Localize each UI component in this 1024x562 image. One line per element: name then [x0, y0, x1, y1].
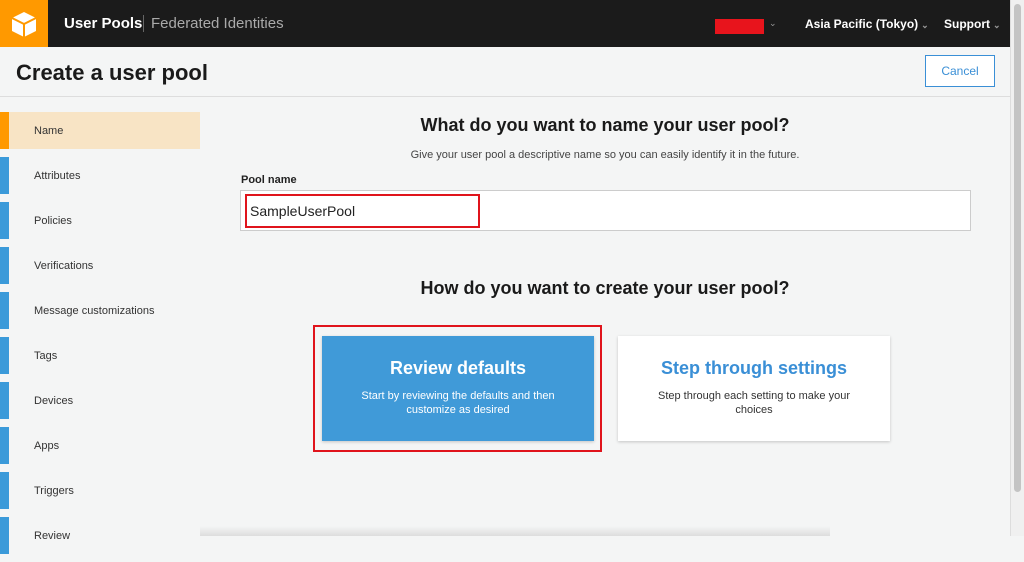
account-menu-redacted[interactable]	[715, 19, 764, 34]
chevron-down-icon: ⌄	[921, 20, 929, 30]
cancel-button[interactable]: Cancel	[925, 55, 995, 87]
footer-shadow	[200, 526, 830, 536]
nav-user-pools[interactable]: User Pools	[64, 15, 142, 32]
sidebar-item-tags[interactable]: Tags	[0, 337, 200, 374]
sidebar-item-policies[interactable]: Policies	[0, 202, 200, 239]
name-heading: What do you want to name your user pool?	[420, 115, 790, 135]
divider	[0, 96, 1010, 97]
top-navigation-bar: User Pools Federated Identities ⌄ Asia P…	[0, 0, 1010, 47]
region-menu[interactable]: Asia Pacific (Tokyo) ⌄	[805, 17, 929, 31]
review-defaults-button[interactable]: Review defaults Start by reviewing the d…	[322, 336, 594, 441]
chevron-down-icon[interactable]: ⌄	[769, 18, 777, 29]
name-description: Give your user pool a descriptive name s…	[410, 149, 800, 161]
sidebar-item-attributes[interactable]: Attributes	[0, 157, 200, 194]
scrollbar-thumb[interactable]	[1014, 4, 1021, 492]
sidebar-item-message-customizations[interactable]: Message customizations	[0, 292, 200, 329]
aws-cube-logo-icon[interactable]	[0, 0, 48, 47]
step-through-settings-button[interactable]: Step through settings Step through each …	[618, 336, 890, 441]
wizard-steps-sidebar: Name Attributes Policies Verifications M…	[0, 112, 200, 562]
chevron-down-icon: ⌄	[993, 20, 1001, 30]
nav-divider	[143, 15, 144, 32]
step-through-title: Step through settings	[661, 358, 847, 378]
scrollbar[interactable]	[1010, 0, 1024, 536]
review-defaults-description: Start by reviewing the defaults and then…	[361, 390, 555, 416]
nav-federated-identities[interactable]: Federated Identities	[151, 15, 284, 32]
region-label: Asia Pacific (Tokyo)	[805, 17, 919, 31]
pool-name-label: Pool name	[241, 174, 297, 186]
sidebar-item-apps[interactable]: Apps	[0, 427, 200, 464]
create-heading: How do you want to create your user pool…	[420, 278, 790, 298]
sidebar-item-verifications[interactable]: Verifications	[0, 247, 200, 284]
page-title: Create a user pool	[16, 60, 208, 85]
support-label: Support	[944, 17, 990, 31]
support-menu[interactable]: Support ⌄	[944, 17, 1001, 31]
step-through-description: Step through each setting to make your c…	[657, 390, 850, 416]
sidebar-item-triggers[interactable]: Triggers	[0, 472, 200, 509]
sidebar-item-name[interactable]: Name	[0, 112, 200, 149]
sidebar-item-devices[interactable]: Devices	[0, 382, 200, 419]
review-defaults-title: Review defaults	[389, 358, 527, 378]
pool-name-value-highlight[interactable]: SampleUserPool	[245, 194, 480, 228]
